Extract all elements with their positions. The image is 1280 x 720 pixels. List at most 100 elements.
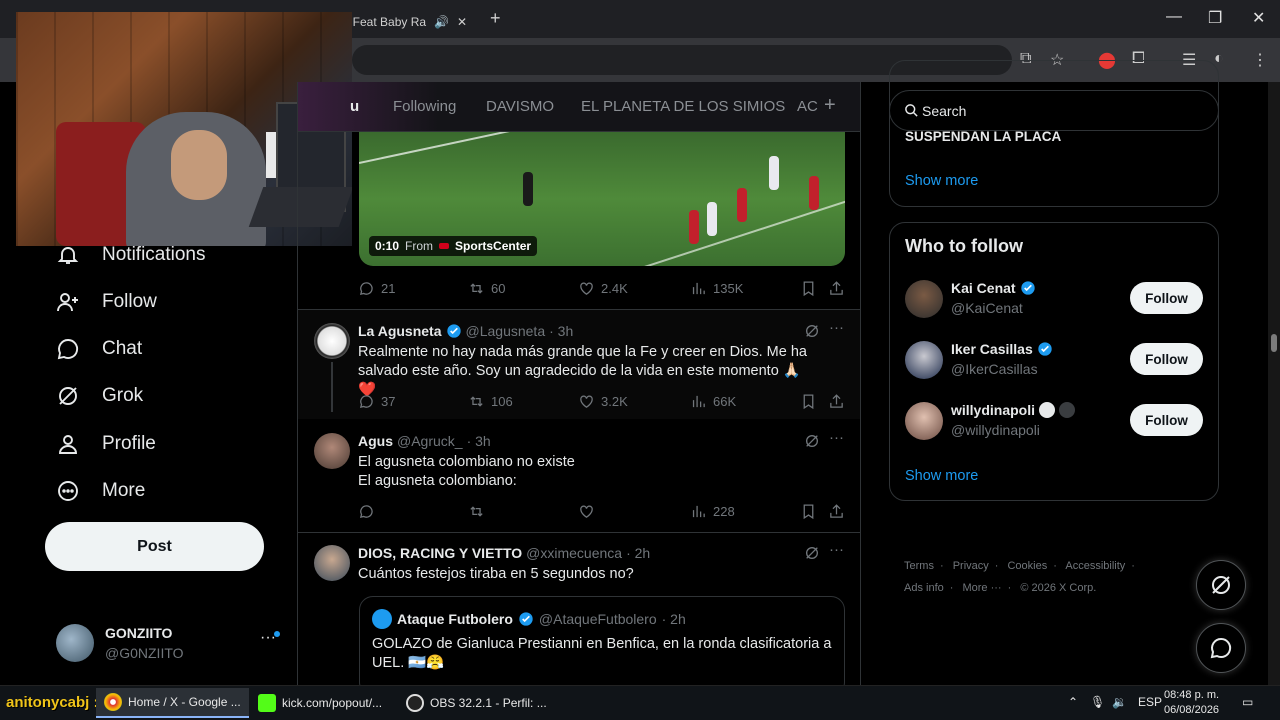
maximize-button[interactable]: ❐ (1208, 8, 1222, 28)
browser-tab[interactable]: ni Feat Baby Ra 🔊 ✕ (340, 6, 480, 38)
tweet-text-line: El agusneta colombiano: (358, 473, 517, 489)
minimize-button[interactable]: — (1166, 8, 1182, 26)
quote-text: GOLAZO de Gianluca Prestianni en Benfica… (372, 636, 832, 671)
nav-grok[interactable]: Grok (56, 379, 143, 413)
follow-suggestion[interactable]: willydinapoli @willydinapoli Follow (905, 402, 1205, 444)
bookmark-button[interactable] (800, 393, 817, 410)
nav-follow[interactable]: Follow (56, 285, 157, 319)
page-scrollbar[interactable] (1268, 82, 1280, 685)
language-indicator[interactable]: ESP (1138, 695, 1162, 709)
show-more-link[interactable]: Show more (905, 468, 978, 484)
bookmark-button[interactable] (800, 503, 817, 520)
tab-close-icon[interactable]: ✕ (457, 15, 467, 29)
volume-icon[interactable]: 🔉 (1112, 695, 1127, 709)
tweet-more-icon[interactable]: ··· (829, 541, 844, 558)
avatar[interactable] (314, 545, 350, 581)
footer-ads-link[interactable]: Ads info (904, 582, 944, 594)
tweet-time[interactable]: · 3h (549, 323, 573, 339)
follow-button[interactable]: Follow (1130, 343, 1203, 375)
tab-planeta-simios[interactable]: EL PLANETA DE LOS SIMIOS (581, 98, 785, 115)
tweet-author-handle[interactable]: @xximecuenca (526, 545, 622, 561)
reply-button[interactable]: 21 (358, 280, 395, 297)
footer-more-link[interactable]: More ··· (962, 582, 1001, 594)
bookmark-button[interactable] (800, 280, 817, 297)
tweet-author-name[interactable]: DIOS, RACING Y VIETTO (358, 545, 522, 561)
trend-item[interactable]: SUSPENDAN LA PLACA (905, 129, 1061, 144)
messages-fab-button[interactable] (1196, 623, 1246, 673)
repost-button[interactable]: 60 (468, 280, 505, 297)
tweet-author-handle[interactable]: @Lagusneta (466, 323, 546, 339)
tweet-time[interactable]: · 2h (626, 545, 650, 561)
follow-suggestion[interactable]: Kai Cenat @KaiCenat Follow (905, 280, 1205, 322)
share-button[interactable] (828, 280, 845, 297)
share-button[interactable] (828, 393, 845, 410)
views-button[interactable]: 228 (690, 503, 735, 520)
tweet-more-icon[interactable]: ··· (829, 429, 844, 446)
grok-icon[interactable] (804, 545, 820, 561)
tweet-author-handle[interactable]: @Agruck_ (397, 433, 463, 449)
microphone-icon[interactable]: 🎙 (1090, 695, 1105, 709)
tweet-more-icon[interactable]: ··· (829, 319, 844, 336)
avatar[interactable] (314, 433, 350, 469)
nav-more[interactable]: More (56, 474, 145, 508)
repost-button[interactable] (468, 503, 485, 520)
taskbar-kick[interactable]: kick.com/popout/... (250, 688, 390, 718)
avatar[interactable] (905, 280, 943, 318)
grok-icon[interactable] (804, 323, 820, 339)
repost-button[interactable]: 106 (468, 393, 513, 410)
nav-label: More (102, 480, 146, 501)
system-clock[interactable]: 08:48 p. m. 06/08/2026 (1164, 688, 1219, 718)
follow-suggestion[interactable]: Iker Casillas @IkerCasillas Follow (905, 341, 1205, 383)
show-more-link[interactable]: Show more (905, 173, 978, 189)
suggestion-name: willydinapoli (951, 402, 1076, 418)
views-button[interactable]: 66K (690, 393, 736, 410)
reply-button[interactable] (358, 503, 375, 520)
like-button[interactable]: 3.2K (578, 393, 628, 410)
footer-terms-link[interactable]: Terms (904, 560, 934, 572)
more-circle-icon (58, 481, 78, 501)
obs-icon (406, 694, 424, 712)
views-button[interactable]: 135K (690, 280, 743, 297)
grok-fab-button[interactable] (1196, 560, 1246, 610)
new-tab-button[interactable]: + (490, 8, 501, 29)
avatar[interactable] (905, 341, 943, 379)
like-button[interactable]: 2.4K (578, 280, 628, 297)
tweet-time[interactable]: · 3h (467, 433, 491, 449)
add-tab-button[interactable]: + (824, 94, 836, 117)
tab-davismo[interactable]: DAVISMO (486, 98, 554, 115)
grok-icon[interactable] (804, 433, 820, 449)
follow-button[interactable]: Follow (1130, 404, 1203, 436)
bookmark-icon (803, 504, 814, 520)
avatar[interactable] (314, 323, 350, 359)
tab-for-you[interactable]: u (350, 98, 359, 115)
quoted-tweet[interactable]: Ataque Futbolero @AtaqueFutbolero · 2h G… (359, 596, 845, 685)
taskbar-chrome[interactable]: Home / X - Google ... (96, 688, 249, 718)
footer-cookies-link[interactable]: Cookies (1007, 560, 1047, 572)
footer-accessibility-link[interactable]: Accessibility (1065, 560, 1125, 572)
tweet-author-name[interactable]: La Agusneta (358, 323, 442, 339)
share-button[interactable] (828, 503, 845, 520)
nav-profile[interactable]: Profile (56, 427, 156, 461)
taskbar-obs[interactable]: OBS 32.2.1 - Perfil: ... (398, 688, 555, 718)
avatar[interactable] (905, 402, 943, 440)
scrollbar-thumb[interactable] (1271, 334, 1277, 352)
nav-label: Grok (102, 385, 144, 406)
account-switcher[interactable]: GONZIITO @G0NZIITO ··· (56, 623, 286, 665)
nav-chat[interactable]: Chat (56, 332, 142, 366)
post-button[interactable]: Post (45, 522, 264, 571)
like-button[interactable] (578, 503, 595, 520)
video-from-label: From (405, 239, 434, 253)
tweet-author-name[interactable]: Agus (358, 433, 393, 449)
follow-button[interactable]: Follow (1130, 282, 1203, 314)
nav-notifications[interactable]: Notifications (56, 238, 206, 272)
tab-ac[interactable]: AC (797, 98, 818, 115)
video-player[interactable]: 0:10 From SportsCenter (359, 132, 845, 266)
tray-chevron-icon[interactable]: ⌃ (1068, 695, 1078, 709)
browser-menu-icon[interactable]: ⋮ (1252, 50, 1268, 70)
search-input[interactable]: Search (889, 90, 1219, 131)
reply-button[interactable]: 37 (358, 393, 395, 410)
footer-privacy-link[interactable]: Privacy (953, 560, 989, 572)
notifications-tray-icon[interactable]: ▭ (1242, 695, 1253, 709)
close-window-button[interactable]: ✕ (1252, 8, 1265, 28)
tab-following[interactable]: Following (393, 98, 456, 115)
